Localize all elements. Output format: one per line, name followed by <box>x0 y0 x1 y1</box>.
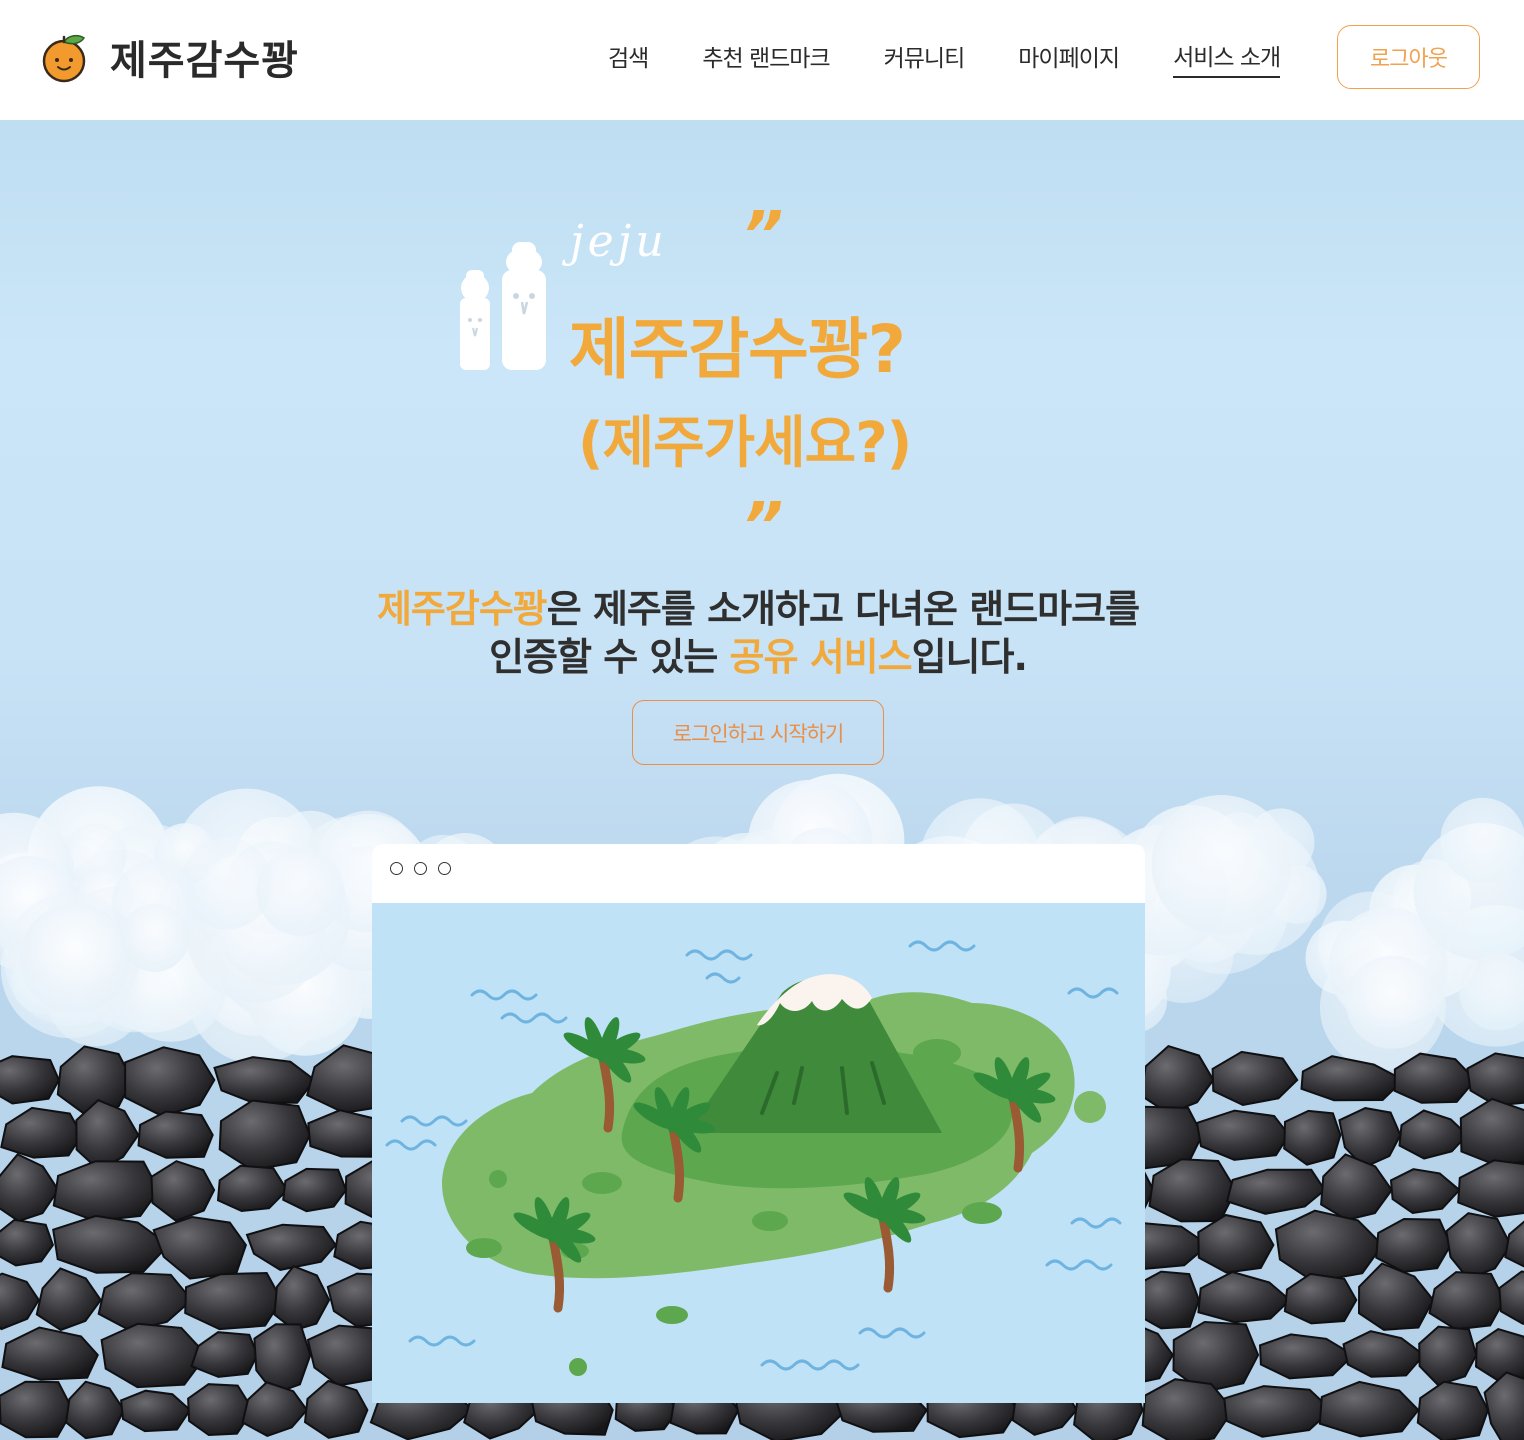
desc-brand-highlight: 제주감수꽝 <box>376 587 548 631</box>
login-start-button[interactable]: 로그인하고 시작하기 <box>632 700 884 765</box>
jeju-script-text: jeju <box>570 216 668 267</box>
moai-icon <box>460 242 546 370</box>
brand-name: 제주감수꽝 <box>110 38 299 84</box>
browser-mockup <box>372 844 1145 1403</box>
open-quote-mark: ” <box>742 199 784 273</box>
desc-service-highlight: 공유 서비스 <box>729 635 913 679</box>
tangerine-logo-icon <box>42 34 86 83</box>
window-dot-icon <box>438 862 451 875</box>
desc-line2-end: 입니다. <box>911 635 1028 679</box>
nav-search[interactable]: 검색 <box>608 39 649 77</box>
brand-logo[interactable]: 제주감수꽝 <box>40 28 299 86</box>
window-dot-icon <box>390 862 403 875</box>
hero-title: 제주감수꽝? <box>569 311 906 388</box>
site-header: 제주감수꽝 검색 추천 랜드마크 커뮤니티 마이페이지 서비스 소개 로그아웃 <box>0 0 1524 120</box>
nav-community[interactable]: 커뮤니티 <box>884 39 966 77</box>
main-nav: 검색 추천 랜드마크 커뮤니티 마이페이지 서비스 소개 <box>608 38 1281 78</box>
logout-button[interactable]: 로그아웃 <box>1337 25 1480 89</box>
close-quote-mark: ” <box>742 490 784 564</box>
hero-subtitle: (제주가세요?) <box>578 411 912 476</box>
hero-section: jeju ” 제주감수꽝? (제주가세요?) ” 제주감수꽝은 제주를 소개하고… <box>0 120 1524 1440</box>
nav-recommended-landmarks[interactable]: 추천 랜드마크 <box>702 39 830 77</box>
desc-line2-text: 인증할 수 있는 <box>489 635 730 679</box>
service-description: 제주감수꽝은 제주를 소개하고 다녀온 랜드마크를 인증할 수 있는 공유 서비… <box>300 585 1216 681</box>
nav-mypage[interactable]: 마이페이지 <box>1018 39 1120 77</box>
browser-title-bar <box>372 844 1145 903</box>
nav-service-intro[interactable]: 서비스 소개 <box>1173 38 1281 78</box>
jeju-island-illustration <box>385 940 1122 1376</box>
desc-line1-text: 은 제주를 소개하고 다녀온 랜드마크를 <box>546 587 1140 631</box>
window-dot-icon <box>414 862 427 875</box>
